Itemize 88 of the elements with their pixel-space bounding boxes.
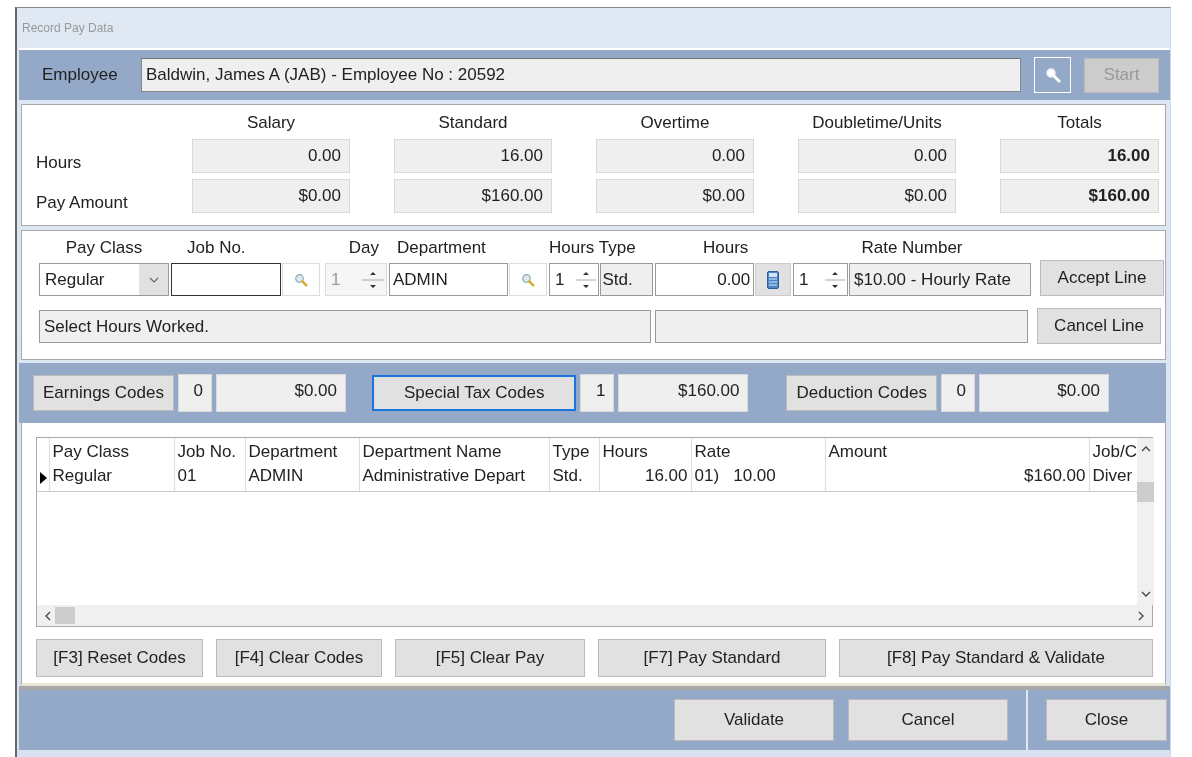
column-header: Salary — [245, 113, 297, 133]
vertical-scrollbar[interactable] — [1137, 438, 1154, 605]
amount-field: $0.00 — [215, 374, 346, 412]
readonly-field: $0.00 — [596, 179, 754, 213]
field-label: Rate Number — [860, 238, 964, 258]
readonly-field: 0.00 — [596, 139, 754, 173]
column-header[interactable]: Hours — [599, 438, 691, 464]
scrollbar-thumb[interactable] — [1137, 481, 1154, 502]
pay-class-dropdown[interactable]: Regular — [39, 263, 169, 296]
employee-label: Employee — [41, 65, 119, 85]
horizontal-scrollbar[interactable] — [37, 605, 1152, 626]
codes-button[interactable]: Earnings Codes — [33, 375, 174, 411]
codes-button[interactable]: Special Tax Codes — [371, 375, 577, 411]
field-label: Job No. — [186, 238, 247, 258]
field-label: Pay Class — [64, 238, 144, 258]
amount-field: $160.00 — [618, 374, 749, 412]
column-header[interactable]: Job No. — [174, 438, 245, 464]
table-cell: Std. — [549, 464, 599, 492]
table-cell: Administrative Depart — [359, 464, 549, 492]
table-cell: 01 — [174, 464, 245, 492]
hours-type-spinner[interactable]: 1 — [549, 263, 599, 296]
row-label: Hours — [36, 153, 83, 173]
table-cell: Regular — [49, 464, 174, 492]
accept-line-button[interactable]: Accept Line — [1040, 260, 1164, 296]
readonly-field: 16.00 — [394, 139, 552, 173]
readonly-field: $0.00 — [192, 179, 350, 213]
close-button[interactable]: Close — [1046, 699, 1167, 741]
column-header: Standard — [437, 113, 509, 133]
column-header[interactable]: Pay Class — [49, 438, 174, 464]
row-label: Pay Amount — [36, 193, 129, 213]
validate-button[interactable]: Validate — [674, 699, 834, 741]
field-label: Department — [396, 238, 487, 258]
column-header[interactable]: Department Name — [359, 438, 549, 464]
window-title: Record Pay Data — [22, 21, 114, 35]
column-header[interactable]: Amount — [825, 438, 1089, 464]
readonly-field: 16.00 — [1000, 139, 1159, 173]
chevron-right-icon — [1138, 610, 1144, 621]
readonly-field: 0.00 — [798, 139, 956, 173]
search-button[interactable] — [1034, 57, 1071, 93]
job-number-field[interactable] — [171, 263, 281, 296]
chevron-down-icon — [1140, 591, 1151, 597]
search-icon — [294, 272, 308, 287]
function-button[interactable]: [F3] Reset Codes — [36, 639, 203, 677]
employee-field[interactable]: Baldwin, James A (JAB) - Employee No : 20592 — [141, 58, 1021, 92]
rate-field: $10.00 - Hourly Rate — [849, 263, 1031, 296]
lookup-button[interactable] — [509, 263, 547, 296]
column-header: Totals — [1056, 113, 1103, 133]
readonly-field: $0.00 — [798, 179, 956, 213]
search-icon — [1044, 67, 1061, 83]
column-header[interactable]: Type — [549, 438, 599, 464]
hours-field[interactable]: 0.00 — [655, 263, 755, 296]
hours-type-field: Std. — [599, 263, 653, 296]
column-header: Doubletime/Units — [811, 113, 943, 133]
table-cell: 16.00 — [599, 464, 691, 492]
table-cell: $160.00 — [825, 464, 1089, 492]
codes-button[interactable]: Deduction Codes — [786, 375, 937, 411]
readonly-field: $160.00 — [1000, 179, 1159, 213]
field-label: Hours Type — [549, 238, 637, 258]
calculator-button[interactable] — [755, 263, 791, 296]
column-header[interactable]: Rate — [691, 438, 825, 464]
table-cell: ADMIN — [245, 464, 359, 492]
lookup-button[interactable] — [282, 263, 320, 296]
chevron-down-icon — [148, 276, 159, 283]
message-field: Select Hours Worked. — [39, 309, 651, 343]
field-label: Day — [347, 238, 380, 258]
scrollbar-thumb[interactable] — [55, 607, 75, 624]
amount-field: $0.00 — [978, 374, 1109, 412]
cancel-button[interactable]: Cancel — [848, 699, 1008, 741]
cancel-line-button[interactable]: Cancel Line — [1037, 308, 1161, 344]
function-button[interactable]: [F8] Pay Standard & Validate — [839, 639, 1153, 677]
search-icon — [521, 272, 536, 287]
count-field: 0 — [177, 374, 212, 412]
function-button[interactable]: [F7] Pay Standard — [598, 639, 826, 677]
count-field: 0 — [940, 374, 975, 412]
chevron-up-icon — [1140, 446, 1151, 452]
column-header: Overtime — [639, 113, 711, 133]
function-button[interactable]: [F4] Clear Codes — [216, 639, 382, 677]
readonly-field: $160.00 — [394, 179, 552, 213]
function-button[interactable]: [F5] Clear Pay — [395, 639, 585, 677]
field-label: Hours — [702, 238, 750, 258]
readonly-field: 0.00 — [192, 139, 350, 173]
count-field: 1 — [580, 374, 615, 412]
table-cell: 01) 10.00 — [691, 464, 825, 492]
rate-number-spinner[interactable]: 1 — [793, 263, 848, 296]
chevron-left-icon — [45, 610, 51, 621]
department-field[interactable]: ADMIN — [389, 263, 509, 296]
calculator-icon — [767, 270, 780, 289]
column-header[interactable]: Department — [245, 438, 359, 464]
